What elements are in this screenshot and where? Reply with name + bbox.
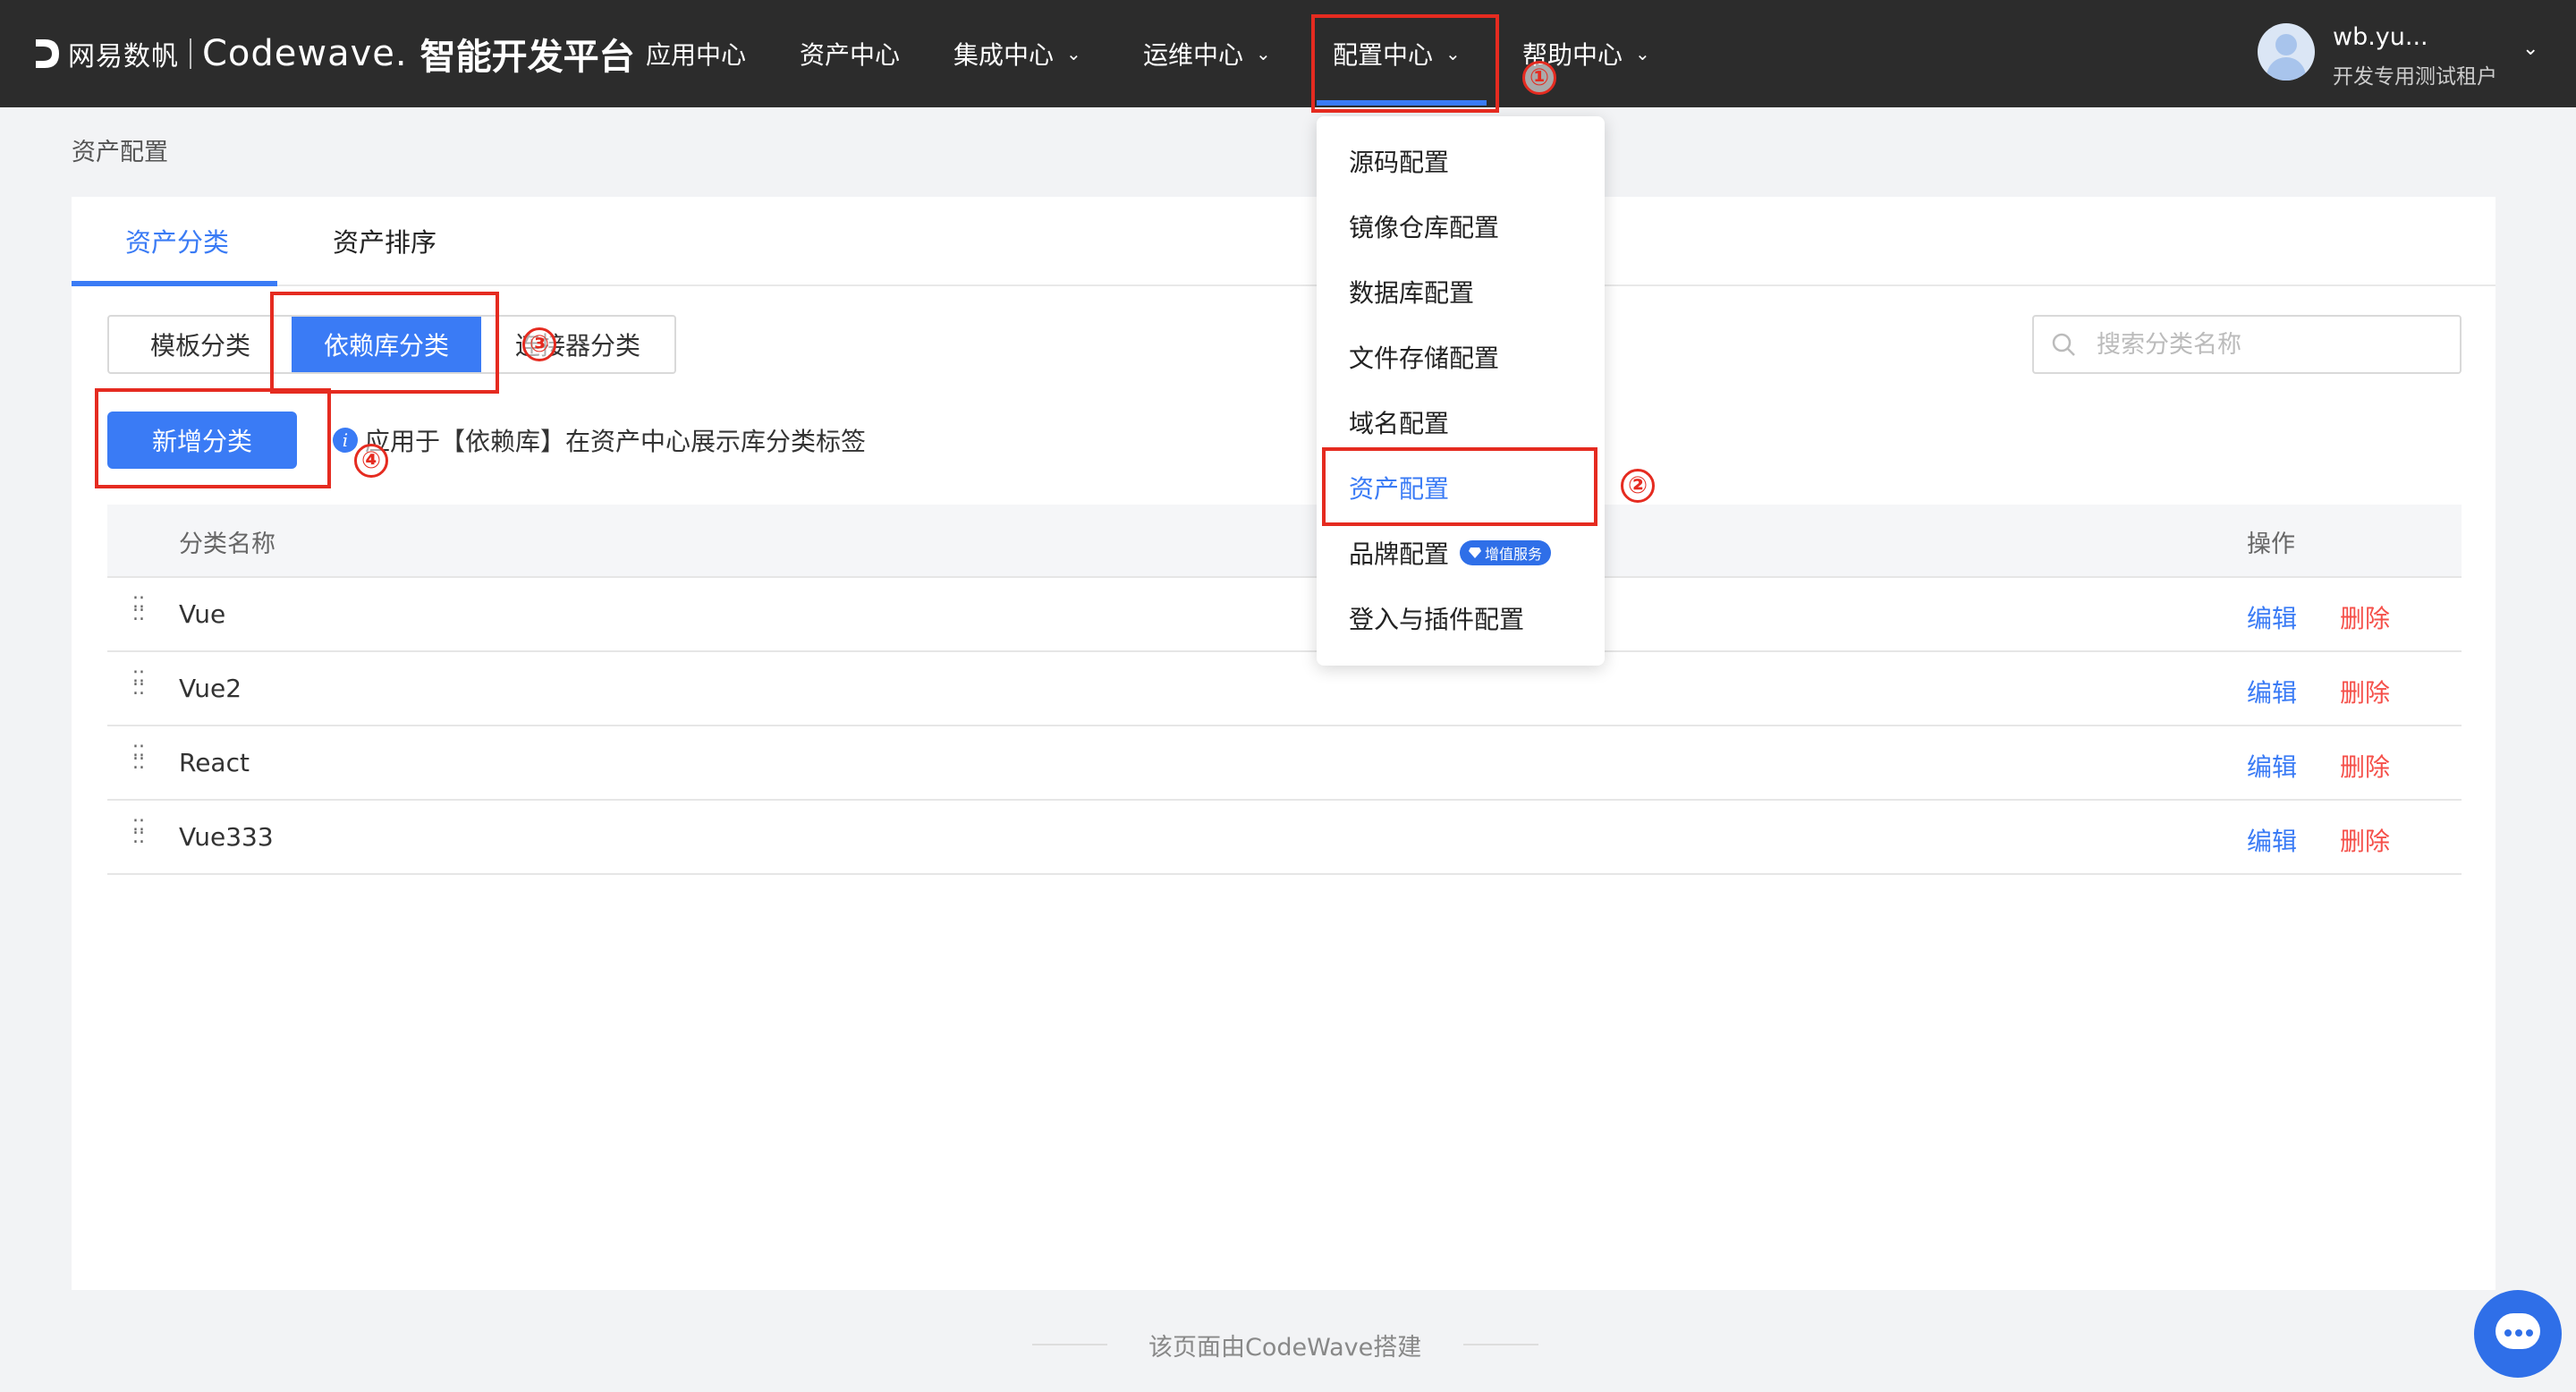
annotation-box-3 xyxy=(270,292,499,394)
annotation-box-4 xyxy=(95,388,331,488)
search-input[interactable] xyxy=(2097,326,2445,363)
drag-handle-icon[interactable]: ⁚⁚ ⁚⁚ xyxy=(132,819,145,851)
search-box xyxy=(2032,315,2462,374)
chat-dot xyxy=(2504,1329,2512,1337)
info-icon: i xyxy=(333,428,358,453)
table-row: ⁚⁚ ⁚⁚ Vue2 编辑 删除 xyxy=(107,652,2462,726)
segment-connector[interactable]: 连接器分类 xyxy=(481,317,674,372)
edit-link[interactable]: 编辑 xyxy=(2247,674,2297,709)
badge-label: 增值服务 xyxy=(1485,546,1543,563)
info-text: 应用于【依赖库】在资产中心展示库分类标签 xyxy=(365,427,867,456)
tab-bar: 资产分类 资产排序 xyxy=(72,197,2496,286)
chat-dot xyxy=(2515,1329,2522,1337)
logo-platform-text: 智能开发平台 xyxy=(419,37,635,78)
menu-item-database-config[interactable]: 数据库配置 xyxy=(1349,274,1474,310)
value-added-badge: 增值服务 xyxy=(1460,540,1552,565)
segment-template[interactable]: 模板分类 xyxy=(109,317,292,372)
delete-link[interactable]: 删除 xyxy=(2340,822,2390,858)
edit-link[interactable]: 编辑 xyxy=(2247,599,2297,635)
table-row: ⁚⁚ ⁚⁚ React 编辑 删除 xyxy=(107,726,2462,801)
chevron-down-icon[interactable]: ⌄ xyxy=(2522,38,2538,60)
column-header-actions: 操作 xyxy=(2247,530,2295,558)
annotation-marker-1: ① xyxy=(1522,61,1556,95)
nav-ops-center[interactable]: 运维中心 ⌄ xyxy=(1143,34,1271,73)
tab-asset-order[interactable]: 资产排序 xyxy=(333,222,436,259)
user-name: wb.yu... xyxy=(2333,23,2428,51)
netease-logo-icon xyxy=(36,39,59,68)
table-row: ⁚⁚ ⁚⁚ Vue333 编辑 删除 xyxy=(107,801,2462,875)
drag-handle-icon[interactable]: ⁚⁚ ⁚⁚ xyxy=(132,596,145,628)
menu-item-source-config[interactable]: 源码配置 xyxy=(1349,143,1449,179)
category-name: Vue2 xyxy=(179,674,242,703)
table-header: 分类名称 操作 xyxy=(107,505,2462,578)
nav-label: 运维中心 xyxy=(1143,40,1244,70)
logo-divider xyxy=(190,38,191,69)
tab-asset-category[interactable]: 资产分类 xyxy=(125,222,229,259)
table-row: ⁚⁚ ⁚⁚ Vue 编辑 删除 xyxy=(107,578,2462,652)
category-name: React xyxy=(179,748,250,777)
annotation-box-2 xyxy=(1322,447,1597,526)
logo-codewave-text: Codewave. xyxy=(202,33,408,74)
nav-integration-center[interactable]: 集成中心 ⌄ xyxy=(953,34,1081,73)
footer-text: 该页面由CodeWave搭建 xyxy=(1148,1334,1422,1362)
column-header-name: 分类名称 xyxy=(179,530,275,558)
menu-item-file-storage-config[interactable]: 文件存储配置 xyxy=(1349,339,1499,375)
chat-dot xyxy=(2526,1329,2533,1337)
menu-item-login-plugin-config[interactable]: 登入与插件配置 xyxy=(1349,600,1524,636)
annotation-marker-4: ④ xyxy=(354,444,388,478)
category-name: Vue xyxy=(179,599,226,629)
avatar-body xyxy=(2267,57,2306,81)
menu-item-brand-config[interactable]: 品牌配置 增值服务 xyxy=(1349,535,1552,571)
search-icon xyxy=(2052,333,2075,356)
logo-netease-text: 网易数帆 xyxy=(68,41,179,72)
nav-asset-center[interactable]: 资产中心 xyxy=(800,34,900,73)
drag-handle-icon[interactable]: ⁚⁚ ⁚⁚ xyxy=(132,744,145,777)
nav-label: 应用中心 xyxy=(646,40,747,70)
edit-link[interactable]: 编辑 xyxy=(2247,748,2297,784)
avatar-head xyxy=(2275,34,2297,55)
chevron-down-icon: ⌄ xyxy=(1635,43,1650,64)
annotation-marker-3: ③ xyxy=(522,327,556,361)
annotation-marker-2: ② xyxy=(1621,469,1655,503)
chevron-down-icon: ⌄ xyxy=(1066,43,1081,64)
nav-label: 资产中心 xyxy=(800,40,901,70)
delete-link[interactable]: 删除 xyxy=(2340,599,2390,635)
logo[interactable]: 网易数帆 Codewave. 智能开发平台 xyxy=(34,29,635,79)
top-navbar: 网易数帆 Codewave. 智能开发平台 应用中心 资产中心 集成中心 ⌄ 运… xyxy=(0,0,2576,107)
nav-label: 集成中心 xyxy=(953,40,1055,70)
footer-divider-right xyxy=(1463,1344,1538,1345)
footer-divider-left xyxy=(1032,1344,1107,1345)
tab-active-indicator xyxy=(72,281,277,286)
avatar[interactable] xyxy=(2258,23,2315,81)
user-tenant: 开发专用测试租户 xyxy=(2333,65,2497,89)
menu-item-label: 品牌配置 xyxy=(1349,539,1450,569)
diamond-icon xyxy=(1469,547,1482,558)
footer: 该页面由CodeWave搭建 xyxy=(0,1326,2576,1362)
menu-item-image-registry-config[interactable]: 镜像仓库配置 xyxy=(1349,208,1499,244)
category-name: Vue333 xyxy=(179,822,274,852)
chevron-down-icon: ⌄ xyxy=(1256,43,1271,64)
drag-handle-icon[interactable]: ⁚⁚ ⁚⁚ xyxy=(132,670,145,702)
annotation-box-1 xyxy=(1311,14,1499,113)
breadcrumb: 资产配置 xyxy=(72,139,168,166)
edit-link[interactable]: 编辑 xyxy=(2247,822,2297,858)
config-dropdown-menu: 源码配置 镜像仓库配置 数据库配置 文件存储配置 域名配置 资产配置 品牌配置 … xyxy=(1317,116,1605,666)
delete-link[interactable]: 删除 xyxy=(2340,748,2390,784)
nav-app-center[interactable]: 应用中心 xyxy=(646,34,746,73)
menu-item-domain-config[interactable]: 域名配置 xyxy=(1349,404,1449,440)
chat-button[interactable] xyxy=(2474,1290,2562,1378)
delete-link[interactable]: 删除 xyxy=(2340,674,2390,709)
